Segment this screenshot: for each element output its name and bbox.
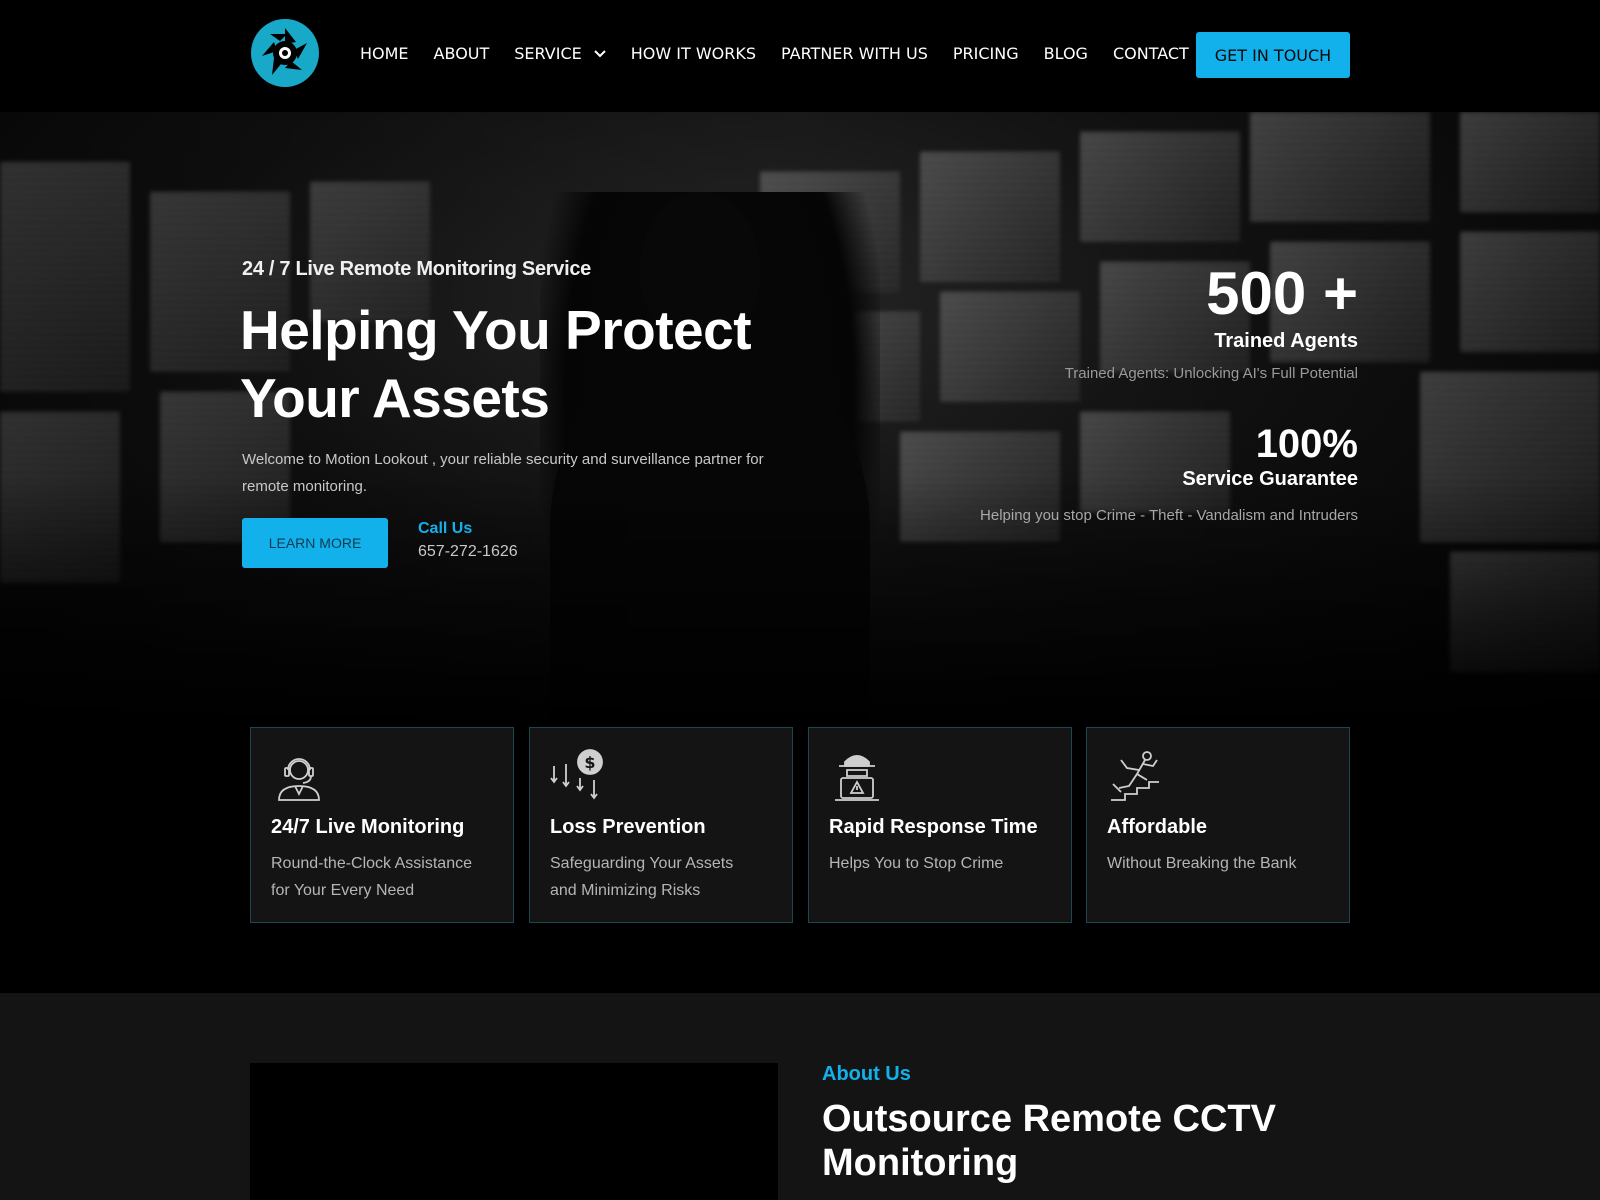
about-tag: About Us	[822, 1063, 911, 1085]
feature-title: 24/7 Live Monitoring	[271, 816, 465, 838]
stat-number: 500 +	[1206, 260, 1358, 327]
nav-item-service[interactable]: SERVICE	[514, 44, 606, 63]
hero-title: Helping You Protect Your Assets	[240, 299, 752, 429]
feature-text: Without Breaking the Bank	[1107, 855, 1297, 872]
stat-description: Trained Agents: Unlocking AI's Full Pote…	[1064, 365, 1358, 382]
stat-service-guarantee: 100% Service Guarantee Helping you stop …	[980, 420, 1358, 524]
nav-item-contact[interactable]: CONTACT	[1113, 44, 1189, 63]
phone-number-link[interactable]: 657-272-1626	[418, 543, 518, 561]
main-menu: HOME ABOUT SERVICE HOW IT WORKS PARTNER …	[360, 44, 1214, 63]
feature-title: Affordable	[1107, 816, 1207, 838]
nav-item-home[interactable]: HOME	[360, 44, 409, 63]
feature-cards: 24/7 Live Monitoring Round-the-Clock Ass…	[250, 727, 1350, 923]
about-video[interactable]	[250, 1063, 778, 1200]
stat-description: Helping you stop Crime - Theft - Vandali…	[980, 507, 1358, 524]
nav-item-how-it-works[interactable]: HOW IT WORKS	[631, 44, 756, 63]
about-section: About Us Outsource Remote CCTV Monitorin…	[0, 993, 1600, 1200]
nav-item-pricing[interactable]: PRICING	[953, 44, 1019, 63]
feature-title: Rapid Response Time	[829, 816, 1038, 838]
feature-card-live-monitoring: 24/7 Live Monitoring Round-the-Clock Ass…	[250, 727, 514, 923]
feature-card-loss-prevention: $ Loss Prevention Safeguarding Your Asse…	[529, 727, 793, 923]
get-in-touch-button[interactable]: GET IN TOUCH	[1196, 32, 1350, 78]
about-title: Outsource Remote CCTV Monitoring	[822, 1098, 1276, 1184]
feature-text: Safeguarding Your Assets and Minimizing …	[550, 855, 734, 899]
page: HOME ABOUT SERVICE HOW IT WORKS PARTNER …	[0, 0, 1600, 1200]
hero-tagline: 24 / 7 Live Remote Monitoring Service	[242, 258, 592, 280]
chevron-down-icon[interactable]	[594, 49, 606, 58]
learn-more-button[interactable]: LEARN MORE	[242, 518, 388, 568]
support-agent-icon	[278, 758, 320, 801]
hacker-alert-icon	[835, 755, 879, 801]
stat-label: Service Guarantee	[1182, 468, 1358, 490]
svg-text:$: $	[584, 753, 595, 772]
dollar-loss-icon: $	[550, 749, 603, 800]
feature-card-affordable: Affordable Without Breaking the Bank	[1086, 727, 1350, 923]
nav-item-service-label: SERVICE	[514, 44, 582, 63]
feature-text: Helps You to Stop Crime	[829, 855, 1004, 872]
camera-shutter-icon[interactable]	[250, 18, 320, 88]
feature-text: Round-the-Clock Assistance for Your Ever…	[271, 855, 472, 899]
stat-number: 100%	[1255, 422, 1358, 466]
hero-description: Welcome to Motion Lookout , your reliabl…	[242, 451, 764, 495]
stat-label: Trained Agents	[1214, 330, 1358, 352]
feature-title: Loss Prevention	[550, 816, 706, 838]
call-us-label: Call Us	[418, 520, 473, 537]
falling-stairs-icon	[1111, 751, 1159, 801]
nav-item-blog[interactable]: BLOG	[1044, 44, 1088, 63]
stat-trained-agents: 500 + Trained Agents Trained Agents: Unl…	[1064, 260, 1358, 383]
top-navigation: HOME ABOUT SERVICE HOW IT WORKS PARTNER …	[0, 0, 1600, 112]
nav-item-partner-with-us[interactable]: PARTNER WITH US	[781, 44, 928, 63]
feature-card-rapid-response: Rapid Response Time Helps You to Stop Cr…	[808, 727, 1072, 923]
nav-item-about[interactable]: ABOUT	[434, 44, 490, 63]
